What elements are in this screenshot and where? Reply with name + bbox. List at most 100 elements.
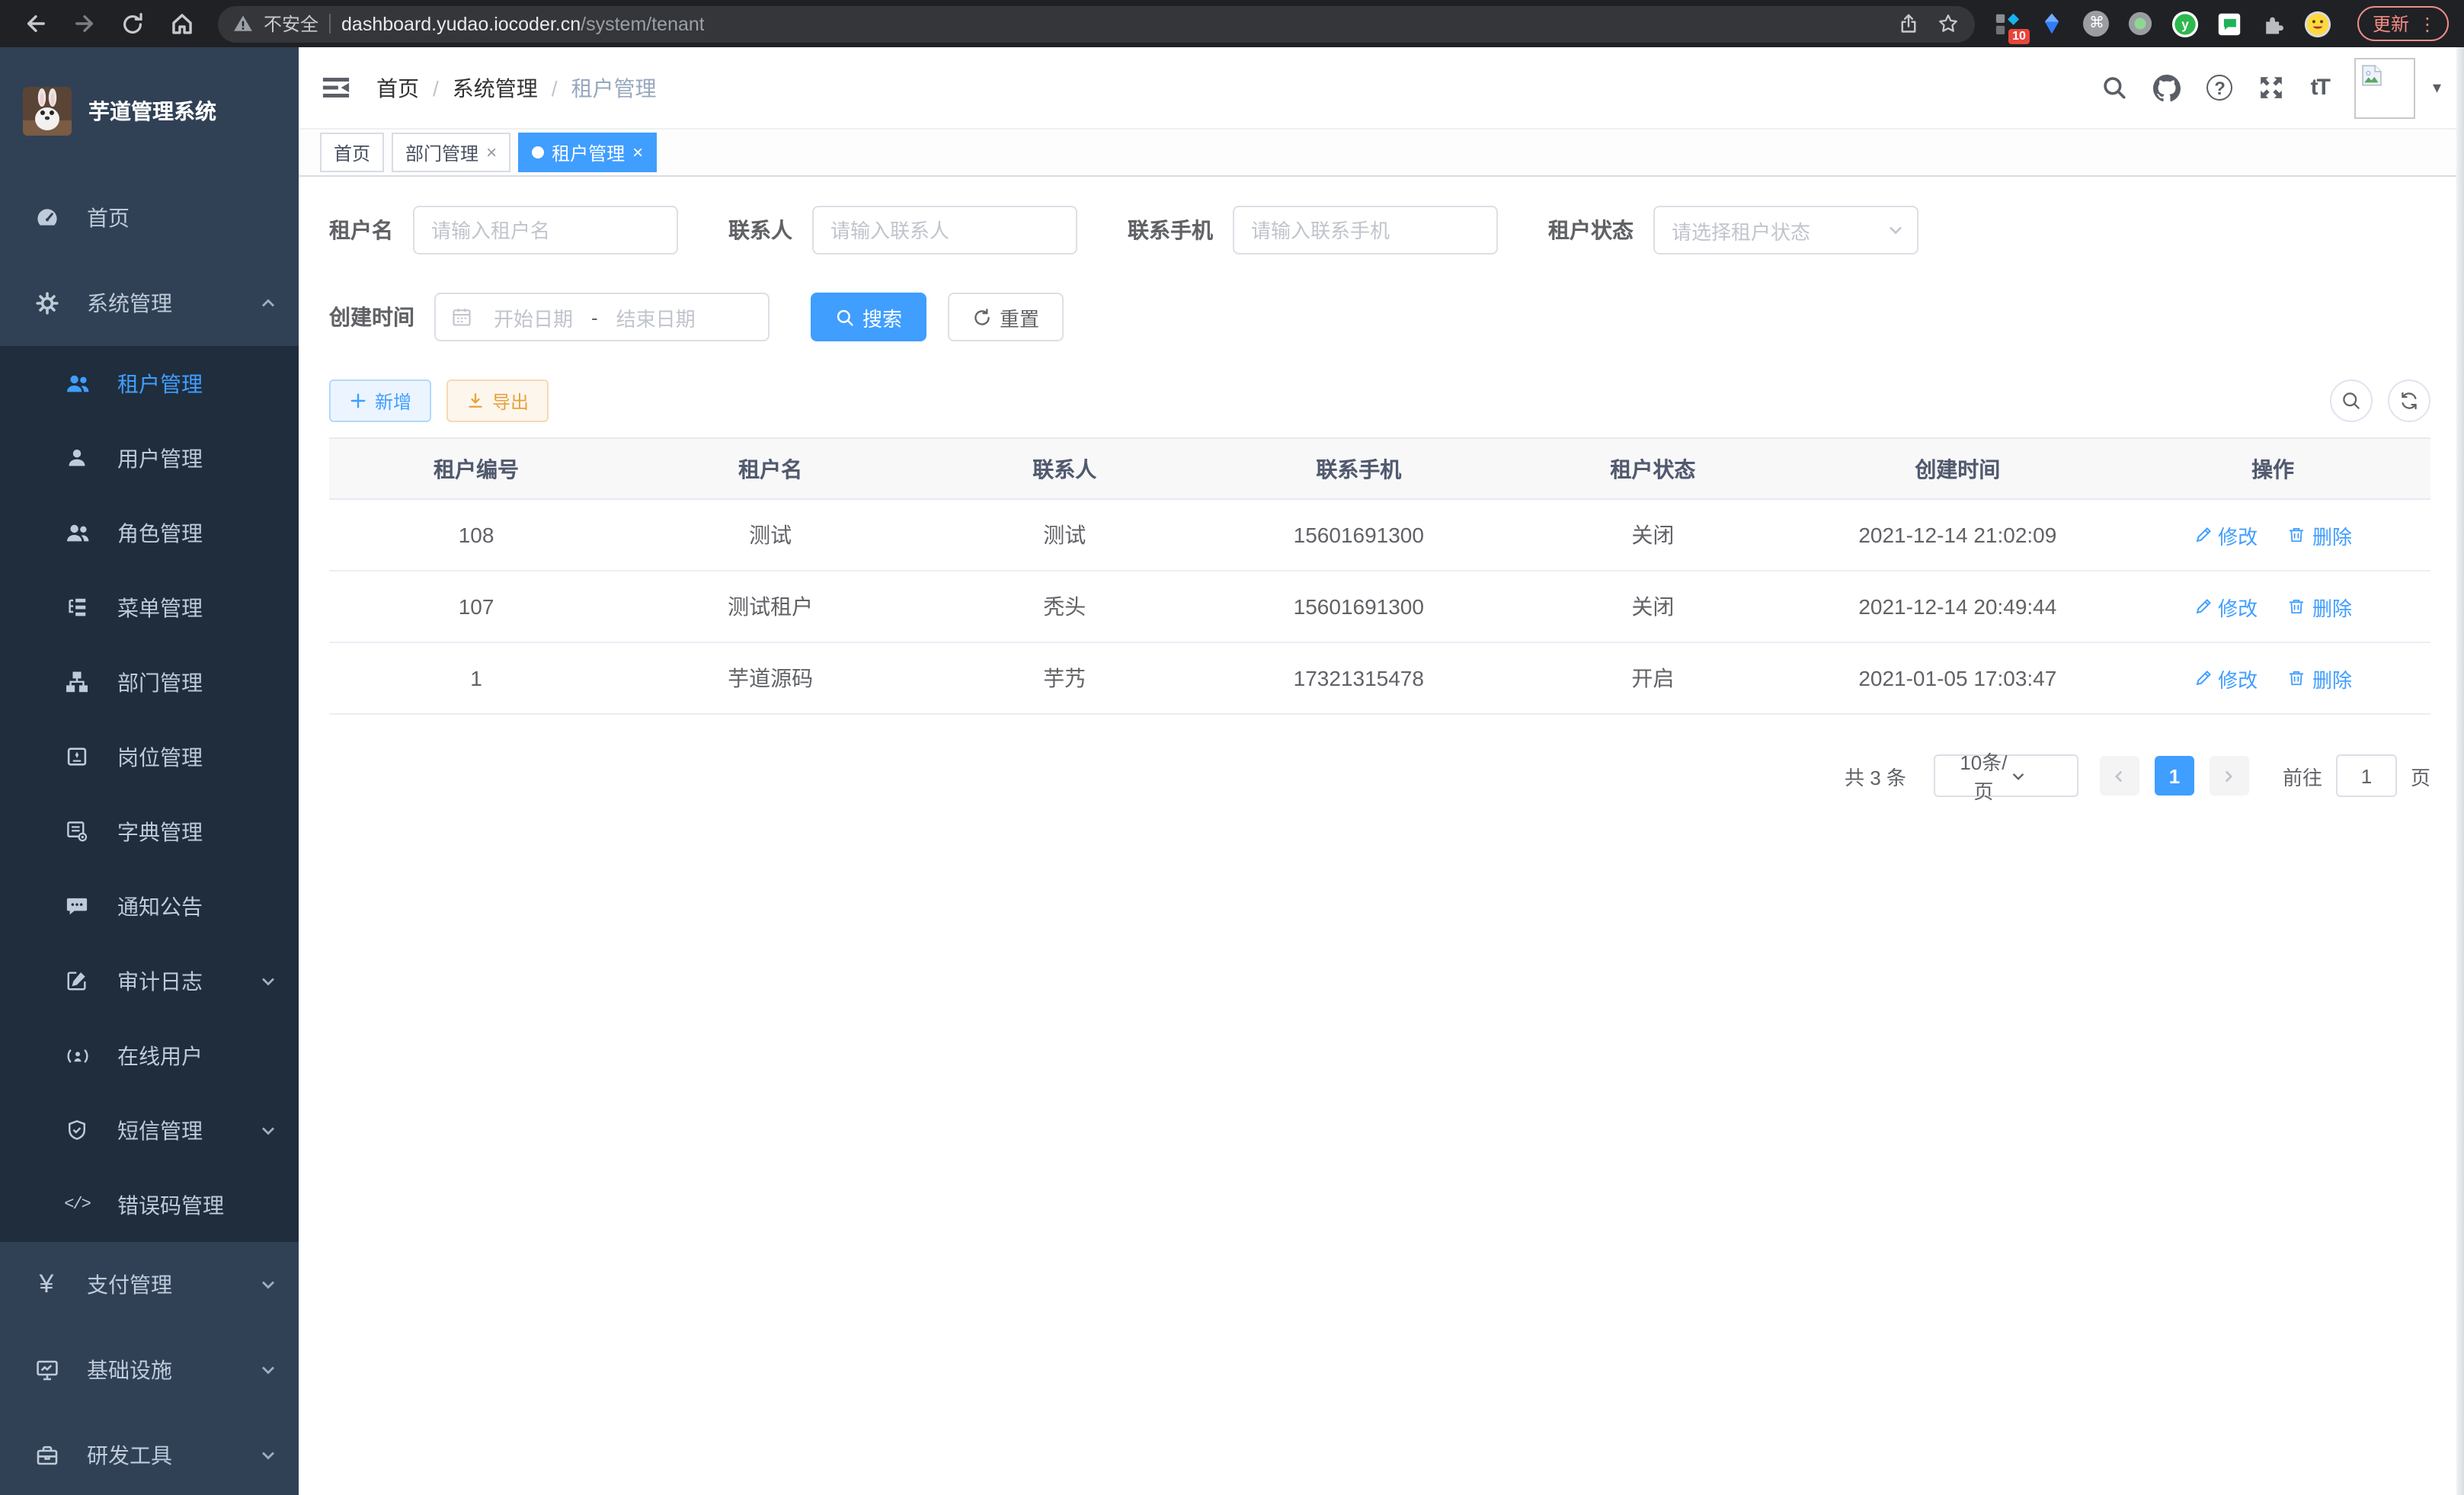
edit-button[interactable]: 修改 <box>2194 520 2258 549</box>
sidebar-item-label: 研发工具 <box>87 1440 172 1471</box>
cell-tenant-name: 测试租户 <box>623 571 917 642</box>
chevron-down-icon <box>259 1446 277 1465</box>
sidebar-item-label: 短信管理 <box>117 1115 203 1145</box>
dashboard-icon <box>34 205 59 231</box>
browser-update-button[interactable]: 更新 ⋮ <box>2357 6 2449 41</box>
edit-button[interactable]: 修改 <box>2194 592 2258 621</box>
sidebar-item-sms[interactable]: 短信管理 <box>0 1093 299 1167</box>
sidebar-collapse-icon[interactable] <box>322 73 350 102</box>
sidebar-item-error-code[interactable]: </> 错误码管理 <box>0 1167 299 1242</box>
sidebar-item-role[interactable]: 角色管理 <box>0 495 299 570</box>
fullscreen-icon[interactable] <box>2259 75 2285 101</box>
phone-input[interactable] <box>1233 206 1498 255</box>
sidebar-item-dept[interactable]: 部门管理 <box>0 645 299 719</box>
monitor-icon <box>34 1357 59 1383</box>
sidebar-item-post[interactable]: 岗位管理 <box>0 719 299 794</box>
breadcrumb-home[interactable]: 首页 <box>376 72 419 103</box>
sidebar-item-notice[interactable]: 通知公告 <box>0 869 299 943</box>
scrollbar[interactable] <box>2456 47 2464 1495</box>
extension-dot-icon[interactable] <box>2127 10 2155 37</box>
sidebar-item-user[interactable]: 用户管理 <box>0 421 299 495</box>
message-icon <box>64 893 90 919</box>
sidebar-item-label: 用户管理 <box>117 443 203 473</box>
caret-down-icon[interactable]: ▾ <box>2433 78 2441 98</box>
sidebar-item-home[interactable]: 首页 <box>0 175 299 261</box>
cell-actions: 修改 删除 <box>2115 642 2430 714</box>
font-size-icon[interactable]: tT <box>2311 75 2329 101</box>
reload-icon[interactable] <box>113 4 152 43</box>
refresh-table-button[interactable] <box>2388 379 2430 422</box>
date-range-picker[interactable]: 开始日期 - 结束日期 <box>434 293 770 341</box>
page-size-select[interactable]: 10条/页 <box>1934 754 2078 797</box>
page-number-button[interactable]: 1 <box>2155 756 2194 796</box>
delete-button[interactable]: 删除 <box>2288 592 2352 621</box>
sidebar-item-payment[interactable]: ¥ 支付管理 <box>0 1242 299 1327</box>
contact-input[interactable] <box>812 206 1077 255</box>
page-content: 租户名 联系人 联系手机 租户状态 请选择租户状态 <box>299 177 2464 1495</box>
close-icon[interactable]: × <box>632 143 643 162</box>
github-icon[interactable] <box>2154 74 2181 101</box>
sidebar-item-label: 岗位管理 <box>117 741 203 772</box>
tenant-name-input[interactable] <box>413 206 678 255</box>
edit-pen-icon <box>2194 597 2212 616</box>
close-icon[interactable]: × <box>486 143 497 162</box>
rabbit-logo <box>23 87 72 136</box>
sidebar-item-system[interactable]: 系统管理 <box>0 261 299 346</box>
filter-create-time: 创建时间 开始日期 - 结束日期 <box>329 293 770 341</box>
filter-contact: 联系人 <box>728 206 1077 255</box>
extension-command-icon[interactable]: ⌘ <box>2083 10 2110 37</box>
prev-page-button[interactable] <box>2100 756 2139 796</box>
next-page-button[interactable] <box>2210 756 2249 796</box>
user-icon <box>64 445 90 471</box>
trash-icon <box>2288 526 2306 544</box>
add-button[interactable]: 新增 <box>329 379 431 422</box>
sidebar: 芋道管理系统 首页 系统管理 租户管理 <box>0 47 299 1495</box>
extension-puzzle-icon[interactable] <box>2260 10 2287 37</box>
edit-button[interactable]: 修改 <box>2194 664 2258 693</box>
sidebar-item-dev-tools[interactable]: 研发工具 <box>0 1413 299 1495</box>
sidebar-item-menu[interactable]: 菜单管理 <box>0 570 299 645</box>
home-icon[interactable] <box>162 4 201 43</box>
field-label: 联系人 <box>728 215 792 245</box>
sidebar-item-audit-log[interactable]: 审计日志 <box>0 943 299 1018</box>
export-button[interactable]: 导出 <box>446 379 549 422</box>
extension-chat-icon[interactable] <box>2216 10 2243 37</box>
tag-home[interactable]: 首页 <box>320 133 384 172</box>
kebab-menu-icon[interactable]: ⋮ <box>2418 13 2437 34</box>
goto-page-input[interactable] <box>2336 754 2397 797</box>
bookmark-star-icon[interactable] <box>1937 12 1960 35</box>
sidebar-item-online-users[interactable]: 在线用户 <box>0 1018 299 1093</box>
back-icon[interactable] <box>15 4 55 43</box>
reset-button[interactable]: 重置 <box>948 293 1064 341</box>
extensions-bar: 10 ⌘ y <box>1995 10 2331 37</box>
tag-tenant[interactable]: 租户管理 × <box>518 133 657 172</box>
filter-row-1: 租户名 联系人 联系手机 租户状态 请选择租户状态 <box>329 206 2430 255</box>
top-navbar: 首页 / 系统管理 / 租户管理 ? tT ▾ <box>299 47 2464 130</box>
extension-y-icon[interactable]: y <box>2171 10 2199 37</box>
avatar[interactable] <box>2355 57 2416 118</box>
extension-grid-icon[interactable]: 10 <box>1995 10 2022 37</box>
sidebar-item-infra[interactable]: 基础设施 <box>0 1327 299 1413</box>
help-icon[interactable]: ? <box>2207 75 2233 101</box>
breadcrumb: 首页 / 系统管理 / 租户管理 <box>376 72 657 103</box>
sidebar-item-label: 部门管理 <box>117 667 203 697</box>
status-select[interactable]: 请选择租户状态 <box>1653 206 1918 255</box>
sidebar-item-dict[interactable]: 字典管理 <box>0 794 299 869</box>
delete-button[interactable]: 删除 <box>2288 664 2352 693</box>
col-contact: 联系人 <box>917 438 1211 499</box>
table-row: 1 芋道源码 芋艿 17321315478 开启 2021-01-05 17:0… <box>329 642 2430 714</box>
show-search-toggle-button[interactable] <box>2330 379 2373 422</box>
tag-dept[interactable]: 部门管理 × <box>392 133 510 172</box>
app-logo-row[interactable]: 芋道管理系统 <box>0 47 299 175</box>
breadcrumb-system[interactable]: 系统管理 <box>453 72 538 103</box>
main-area: 首页 / 系统管理 / 租户管理 ? tT ▾ 首 <box>299 47 2464 1495</box>
forward-icon[interactable] <box>64 4 104 43</box>
sidebar-item-tenant[interactable]: 租户管理 <box>0 346 299 421</box>
search-button[interactable]: 搜索 <box>811 293 926 341</box>
url-bar[interactable]: 不安全 dashboard.yudao.iocoder.cn/system/te… <box>218 5 1975 42</box>
extension-emoji-icon[interactable] <box>2304 10 2331 37</box>
share-icon[interactable] <box>1897 12 1920 35</box>
extension-gem-icon[interactable] <box>2039 10 2066 37</box>
delete-button[interactable]: 删除 <box>2288 520 2352 549</box>
header-search-icon[interactable] <box>2102 75 2128 101</box>
